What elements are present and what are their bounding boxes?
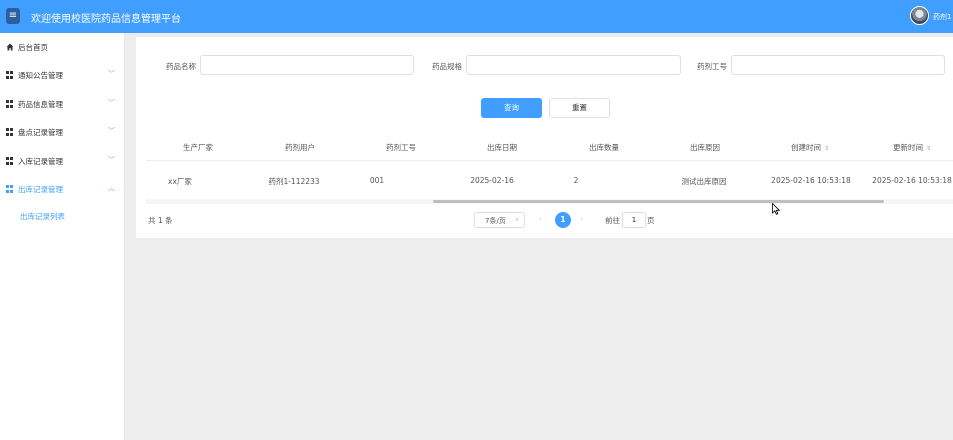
table-cell: 测试出库原因 <box>681 177 727 186</box>
top-bar: ≡ 欢迎使用校医院药品信息管理平台 药剂1 <box>0 0 953 33</box>
total-count: 共 1 条 <box>148 216 173 225</box>
chevron-down-icon: ∨ <box>515 216 520 223</box>
grid-icon <box>6 100 14 108</box>
grid-icon <box>6 71 14 79</box>
table-cell: 2025-02-16 10:53:18 <box>771 176 851 185</box>
table-cell: 药剂1-112233 <box>268 177 320 186</box>
drug-name-label: 药品名称 <box>166 62 196 71</box>
grid-icon <box>6 157 14 165</box>
chevron-up-icon: ︿ <box>108 184 115 192</box>
pharmacist-id-input[interactable] <box>731 55 945 75</box>
drug-spec-input[interactable] <box>466 55 681 75</box>
sort-icon[interactable]: ⇕ <box>926 145 931 152</box>
table-cell: 2025-02-16 <box>470 176 514 185</box>
sidebar-item-label: 盘点记录管理 <box>18 128 63 137</box>
query-button[interactable]: 查询 <box>481 98 542 118</box>
table-cell: xx厂家 <box>168 177 192 186</box>
table-cell: 001 <box>369 176 385 185</box>
goto-label: 前往 <box>605 216 620 225</box>
column-header: 出库原因 <box>690 143 720 152</box>
next-page-icon[interactable]: › <box>580 215 583 223</box>
table-cell: 2 <box>573 176 579 185</box>
sort-icon[interactable]: ⇕ <box>824 145 829 152</box>
column-header: 出库日期 <box>487 143 517 152</box>
avatar[interactable] <box>910 6 929 25</box>
sidebar-item-label: 通知公告管理 <box>18 71 63 80</box>
reset-button[interactable]: 重置 <box>549 98 610 118</box>
goto-suffix: 页 <box>647 216 655 225</box>
sidebar-item-label: 药品信息管理 <box>18 100 63 109</box>
chevron-down-icon: ﹀ <box>108 70 115 78</box>
sidebar-item-label: 后台首页 <box>18 43 48 52</box>
sidebar-item-notice[interactable]: 通知公告管理 ﹀ <box>0 64 125 86</box>
sidebar-subitem-stock-out-list[interactable]: 出库记录列表 <box>20 211 65 222</box>
goto-page-input[interactable]: 1 <box>622 212 646 228</box>
table-cell: 2025-02-16 10:53:18 <box>872 176 952 185</box>
column-header-sortable[interactable]: 更新时间 ⇕ <box>893 142 931 153</box>
page-size-select[interactable]: 7条/页 ∨ <box>474 212 525 228</box>
page-size-value: 7条/页 <box>485 217 506 225</box>
sidebar-item-label: 入库记录管理 <box>18 157 63 166</box>
sidebar: 后台首页 通知公告管理 ﹀ 药品信息管理 ﹀ 盘点记录管理 ﹀ 入库记录管理 ﹀… <box>0 33 125 440</box>
prev-page-icon[interactable]: ‹ <box>539 215 542 223</box>
column-header-sortable[interactable]: 创建时间 ⇕ <box>791 142 829 153</box>
column-header: 药剂工号 <box>386 143 416 152</box>
user-name[interactable]: 药剂1 <box>933 12 951 22</box>
sidebar-item-stock-out[interactable]: 出库记录管理 ︿ <box>0 178 125 200</box>
column-header: 生产厂家 <box>183 143 213 152</box>
column-header-label: 创建时间 <box>790 143 821 152</box>
sidebar-item-label: 出库记录管理 <box>18 185 63 194</box>
sidebar-item-stock-in[interactable]: 入库记录管理 ﹀ <box>0 150 125 172</box>
app-title: 欢迎使用校医院药品信息管理平台 <box>31 14 181 25</box>
chevron-down-icon: ﹀ <box>108 99 115 107</box>
table-divider <box>146 160 953 161</box>
pharmacist-id-label: 药剂工号 <box>697 62 727 71</box>
mouse-cursor-icon <box>772 203 780 215</box>
drug-spec-label: 药品规格 <box>432 62 462 71</box>
page-number-current[interactable]: 1 <box>555 212 571 228</box>
scrollbar-thumb[interactable] <box>433 200 884 203</box>
sidebar-item-drug-info[interactable]: 药品信息管理 ﹀ <box>0 93 125 115</box>
grid-icon <box>6 128 14 136</box>
chevron-down-icon: ﹀ <box>108 127 115 135</box>
home-icon <box>6 43 14 51</box>
main-panel: 药品名称 药品规格 药剂工号 查询 重置 生产厂家 药剂用户 药剂工号 出库日期… <box>136 37 953 238</box>
sidebar-item-home[interactable]: 后台首页 <box>0 36 125 58</box>
sidebar-item-inventory[interactable]: 盘点记录管理 ﹀ <box>0 121 125 143</box>
drug-name-input[interactable] <box>200 55 414 75</box>
column-header: 药剂用户 <box>285 143 315 152</box>
grid-icon <box>6 185 14 193</box>
column-header: 出库数量 <box>589 143 619 152</box>
menu-icon[interactable]: ≡ <box>6 8 20 24</box>
column-header-label: 更新时间 <box>892 143 923 152</box>
chevron-down-icon: ﹀ <box>108 156 115 164</box>
